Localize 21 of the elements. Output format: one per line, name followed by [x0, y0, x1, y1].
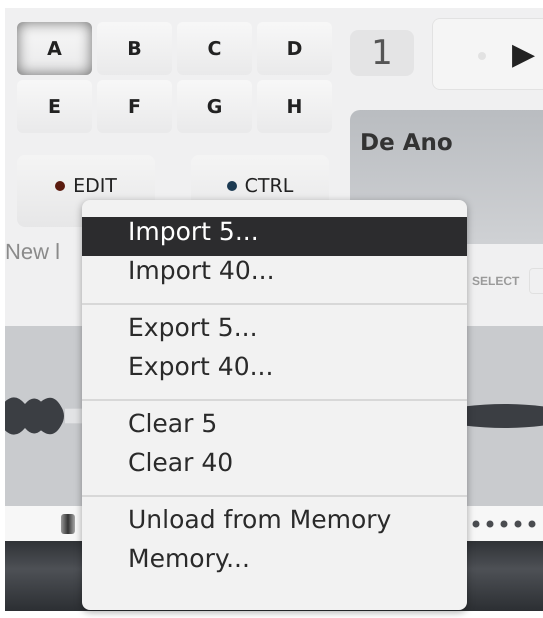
pad-button[interactable]: C — [177, 22, 252, 75]
pad-button[interactable]: D — [257, 22, 332, 75]
menu-item[interactable]: Memory... — [82, 544, 467, 583]
pad-button[interactable]: B — [97, 22, 172, 75]
menu-item[interactable]: Import 40... — [82, 256, 467, 295]
menu-item[interactable]: Export 40... — [82, 352, 467, 391]
pad-button[interactable]: E — [17, 80, 92, 133]
menu-item[interactable]: Clear 40 — [82, 448, 467, 487]
pad-button[interactable]: H — [257, 80, 332, 133]
select-label: SELECT — [472, 274, 520, 288]
menu-item[interactable]: Export 5... — [82, 313, 467, 352]
counter-display: 1 — [350, 30, 414, 76]
preset-name: De Ano — [360, 130, 453, 156]
scroll-handle[interactable] — [61, 514, 75, 534]
pad-button[interactable]: F — [97, 80, 172, 133]
pad-button[interactable]: G — [177, 80, 252, 133]
menu-item[interactable]: Clear 5 — [82, 409, 467, 448]
menu-item[interactable]: Import 5... — [82, 217, 467, 256]
pad-button[interactable]: A — [17, 22, 92, 75]
menu-item[interactable]: Unload from Memory — [82, 505, 467, 544]
play-button[interactable]: ▶ — [432, 18, 543, 90]
